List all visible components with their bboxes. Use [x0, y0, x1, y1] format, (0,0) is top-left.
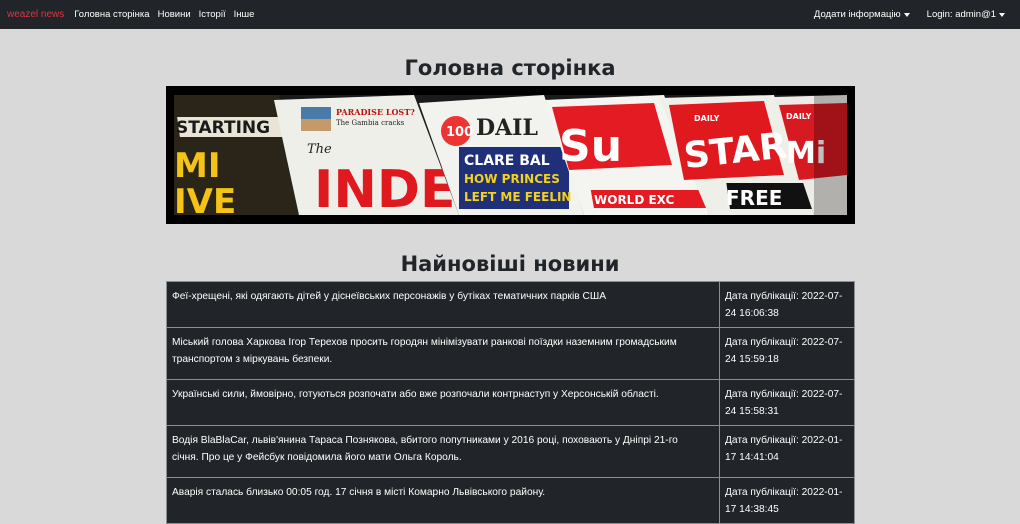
- news-table: Феї-хрещені, які одягають дітей у діснеї…: [166, 281, 855, 524]
- svg-text:IVE: IVE: [174, 182, 236, 215]
- news-date: Дата публікації: 2022-07- 24 16:06:38: [719, 281, 855, 328]
- news-date: Дата публікації: 2022-01- 17 14:38:45: [719, 477, 855, 524]
- news-row[interactable]: Водія BlaBlaCar, львів'янина Тараса Позн…: [166, 425, 855, 478]
- nav-home[interactable]: Головна сторінка: [74, 9, 149, 20]
- news-title[interactable]: Міський голова Харкова Ігор Терехов прос…: [166, 327, 720, 380]
- news-row[interactable]: Феї-хрещені, які одягають дітей у діснеї…: [166, 281, 855, 328]
- news-title-text: Аварія сталась близько 00:05 год. 17 січ…: [172, 487, 546, 498]
- news-date-line: Дата публікації: 2022-01-: [725, 435, 843, 446]
- nav-stories[interactable]: Історії: [199, 9, 226, 20]
- navbar-right: Додати інформацію Login: admin@1: [814, 0, 1005, 29]
- add-info-label: Додати інформацію: [813, 9, 901, 20]
- svg-text:WORLD EXC: WORLD EXC: [594, 193, 674, 207]
- news-date-line: Дата публікації: 2022-01-: [725, 487, 843, 498]
- svg-text:100: 100: [446, 125, 473, 140]
- news-date-time: 24 15:59:18: [725, 354, 779, 365]
- news-row[interactable]: Міський голова Харкова Ігор Терехов прос…: [166, 327, 855, 380]
- news-date: Дата публікації: 2022-07- 24 15:59:18: [719, 327, 855, 380]
- news-title-text: транспортом з міркувань безпеки.: [172, 354, 333, 365]
- latest-news-title: Найновіші новини: [400, 252, 620, 276]
- news-date-time: 24 16:06:38: [725, 308, 779, 319]
- svg-text:CLARE BAL: CLARE BAL: [464, 153, 550, 169]
- news-title[interactable]: Українські сили, ймовірно, готуються роз…: [166, 379, 720, 426]
- svg-text:The: The: [307, 142, 332, 157]
- nav-news[interactable]: Новини: [158, 9, 191, 20]
- news-date-line: Дата публікації: 2022-07-: [725, 389, 843, 400]
- brand-logo[interactable]: weazel news: [7, 9, 64, 20]
- login-label: Login: admin@1: [926, 9, 996, 20]
- news-title-text: Українські сили, ймовірно, готуються роз…: [172, 389, 659, 400]
- svg-text:STARTING: STARTING: [176, 118, 270, 138]
- news-date-line: Дата публікації: 2022-07-: [725, 337, 843, 348]
- news-row[interactable]: Українські сили, ймовірно, готуються роз…: [166, 379, 855, 426]
- news-date-time: 17 14:38:45: [725, 504, 779, 515]
- news-date-line: Дата публікації: 2022-07-: [725, 291, 843, 302]
- svg-text:FREE: FREE: [726, 186, 782, 210]
- nav-other[interactable]: Інше: [234, 9, 255, 20]
- newspapers-image: STARTING MI IVE PARADISE LOST? The Gambi…: [174, 95, 847, 215]
- news-title-text: Міський голова Харкова Ігор Терехов прос…: [172, 337, 677, 348]
- svg-text:PARADISE LOST?: PARADISE LOST?: [336, 107, 415, 117]
- news-row[interactable]: Аварія сталась близько 00:05 год. 17 січ…: [166, 477, 855, 524]
- chevron-down-icon: [903, 12, 910, 17]
- news-title[interactable]: Аварія сталась близько 00:05 год. 17 січ…: [166, 477, 720, 524]
- news-date-time: 17 14:41:04: [725, 452, 779, 463]
- news-title[interactable]: Феї-хрещені, які одягають дітей у діснеї…: [166, 281, 720, 328]
- svg-text:HOW PRINCES: HOW PRINCES: [464, 172, 560, 186]
- svg-text:MI: MI: [174, 146, 220, 186]
- news-title[interactable]: Водія BlaBlaCar, львів'янина Тараса Позн…: [166, 425, 720, 478]
- svg-text:The Gambia cracks: The Gambia cracks: [336, 119, 405, 127]
- news-title-text: січня. Про це у Фейсбук повідомила його …: [172, 452, 462, 463]
- svg-text:INDE: INDE: [314, 160, 456, 215]
- svg-text:DAILY: DAILY: [786, 112, 812, 121]
- svg-text:LEFT ME FEELIN: LEFT ME FEELIN: [464, 190, 571, 204]
- login-dropdown[interactable]: Login: admin@1: [927, 9, 1005, 20]
- banner-image: STARTING MI IVE PARADISE LOST? The Gambi…: [166, 86, 855, 224]
- news-title-text: Водія BlaBlaCar, львів'янина Тараса Позн…: [172, 435, 678, 446]
- news-title-text: Феї-хрещені, які одягають дітей у діснеї…: [172, 291, 606, 302]
- news-date: Дата публікації: 2022-01- 17 14:41:04: [719, 425, 855, 478]
- news-date: Дата публікації: 2022-07- 24 15:58:31: [719, 379, 855, 426]
- top-navbar: weazel news Головна сторінка Новини Істо…: [0, 0, 1020, 29]
- svg-text:DAILY: DAILY: [694, 114, 720, 123]
- news-date-time: 24 15:58:31: [725, 406, 779, 417]
- add-info-dropdown[interactable]: Додати інформацію: [814, 9, 910, 20]
- svg-text:DAIL: DAIL: [476, 115, 538, 141]
- chevron-down-icon: [999, 12, 1005, 17]
- svg-text:Su: Su: [559, 121, 622, 172]
- page-title: Головна сторінка: [404, 56, 616, 80]
